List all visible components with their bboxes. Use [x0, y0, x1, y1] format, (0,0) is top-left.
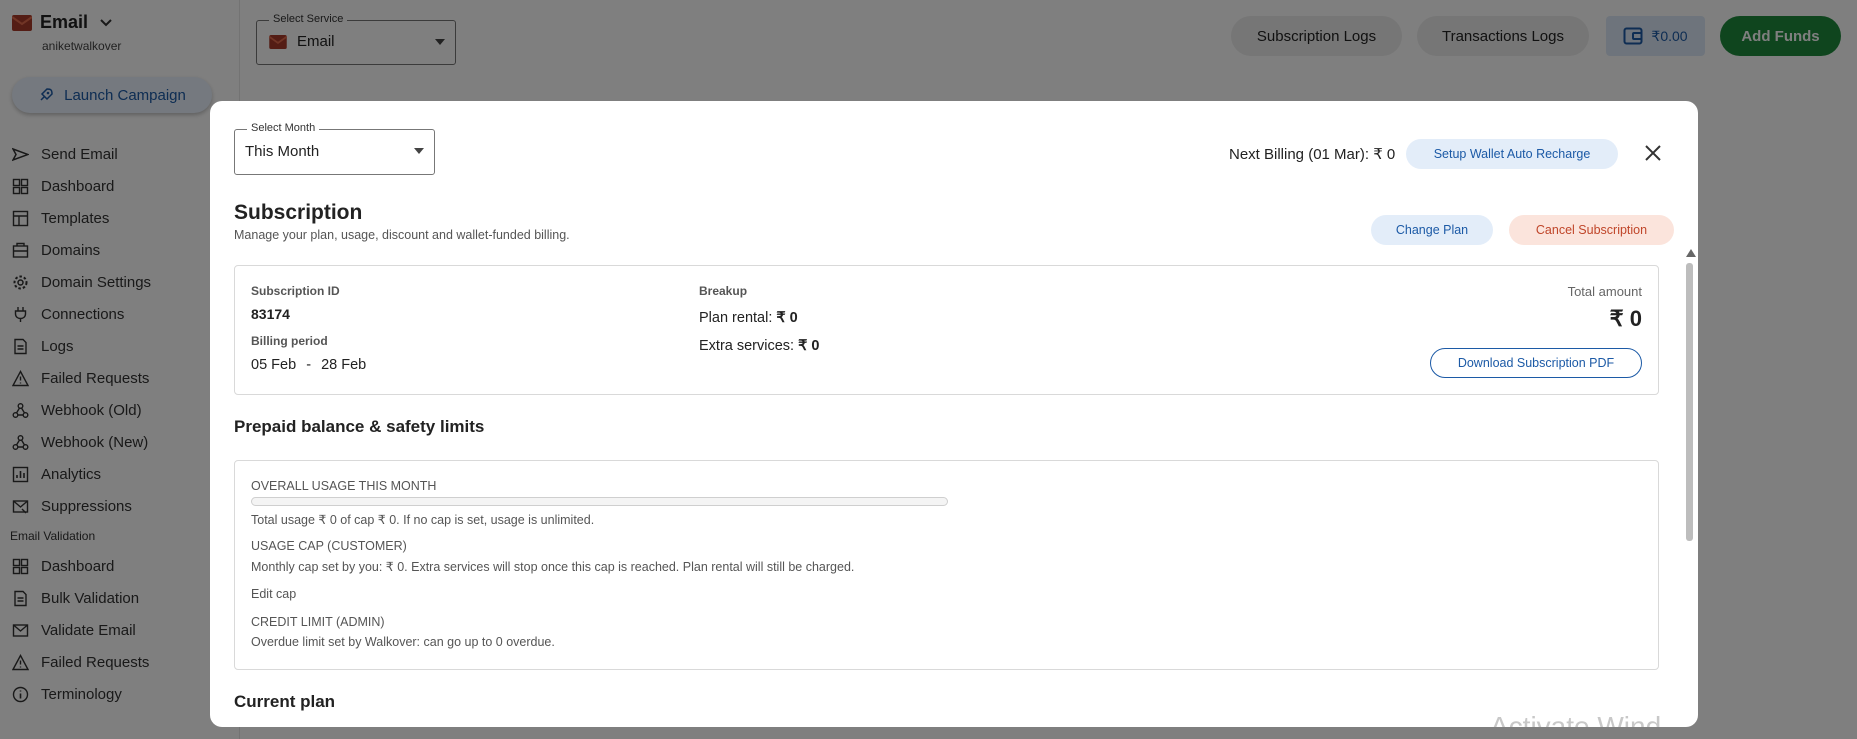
prepaid-heading: Prepaid balance & safety limits — [234, 417, 485, 436]
caret-down-icon — [414, 148, 424, 154]
select-month-legend: Select Month — [247, 122, 320, 134]
subscription-modal: Select Month This Month Next Billing (01… — [210, 101, 1698, 727]
close-icon[interactable] — [1643, 143, 1663, 163]
extra-services-row: Extra services: ₹ 0 — [699, 338, 819, 354]
plan-rental-row: Plan rental: ₹ 0 — [699, 310, 798, 326]
subscription-description: Manage your plan, usage, discount and wa… — [234, 228, 570, 242]
scroll-up-arrow-icon[interactable] — [1686, 249, 1696, 257]
scrollbar-thumb[interactable] — [1686, 263, 1693, 541]
extra-services-label: Extra services: — [699, 338, 795, 354]
prepaid-limits-card: OVERALL USAGE THIS MONTH Total usage ₹ 0… — [234, 460, 1659, 670]
modal-scrollbar[interactable] — [1684, 249, 1696, 719]
usage-cap-heading: USAGE CAP (CUSTOMER) — [251, 539, 407, 553]
billing-start: 05 Feb — [251, 357, 297, 373]
subscription-id-value: 83174 — [251, 306, 290, 322]
subscription-summary-card: Subscription ID 83174 Billing period 05 … — [234, 265, 1659, 395]
usage-heading: OVERALL USAGE THIS MONTH — [251, 479, 437, 493]
billing-period-label: Billing period — [251, 334, 328, 348]
total-amount-value: ₹ 0 — [1609, 306, 1642, 331]
edit-cap-link[interactable]: Edit cap — [251, 587, 296, 601]
billing-period-value: 05 Feb - 28 Feb — [251, 357, 366, 373]
billing-separator: - — [306, 357, 312, 373]
subscription-id-label: Subscription ID — [251, 284, 340, 298]
usage-cap-text: Monthly cap set by you: ₹ 0. Extra servi… — [251, 560, 855, 574]
plan-rental-label: Plan rental: — [699, 310, 773, 326]
usage-progress-bar — [251, 497, 948, 506]
select-month-value: This Month — [245, 143, 320, 160]
next-billing-text: Next Billing (01 Mar): ₹ 0 — [1229, 146, 1396, 163]
billing-end: 28 Feb — [321, 357, 367, 373]
download-subscription-pdf-button[interactable]: Download Subscription PDF — [1430, 348, 1642, 378]
total-amount-label: Total amount — [1567, 284, 1642, 299]
breakup-label: Breakup — [699, 284, 748, 298]
extra-services-value: ₹ 0 — [798, 338, 820, 354]
change-plan-button[interactable]: Change Plan — [1371, 215, 1493, 245]
usage-text: Total usage ₹ 0 of cap ₹ 0. If no cap is… — [251, 513, 595, 527]
activate-windows-watermark: Activate Wind — [1490, 711, 1662, 727]
subscription-title: Subscription — [234, 201, 363, 224]
plan-rental-value: ₹ 0 — [776, 310, 798, 326]
setup-wallet-auto-recharge-button[interactable]: Setup Wallet Auto Recharge — [1406, 139, 1618, 169]
credit-limit-text: Overdue limit set by Walkover: can go up… — [251, 635, 555, 649]
current-plan-heading: Current plan — [234, 692, 336, 711]
credit-limit-heading: CREDIT LIMIT (ADMIN) — [251, 615, 385, 629]
cancel-subscription-button[interactable]: Cancel Subscription — [1509, 215, 1674, 245]
select-month-dropdown[interactable]: Select Month This Month — [234, 122, 435, 175]
